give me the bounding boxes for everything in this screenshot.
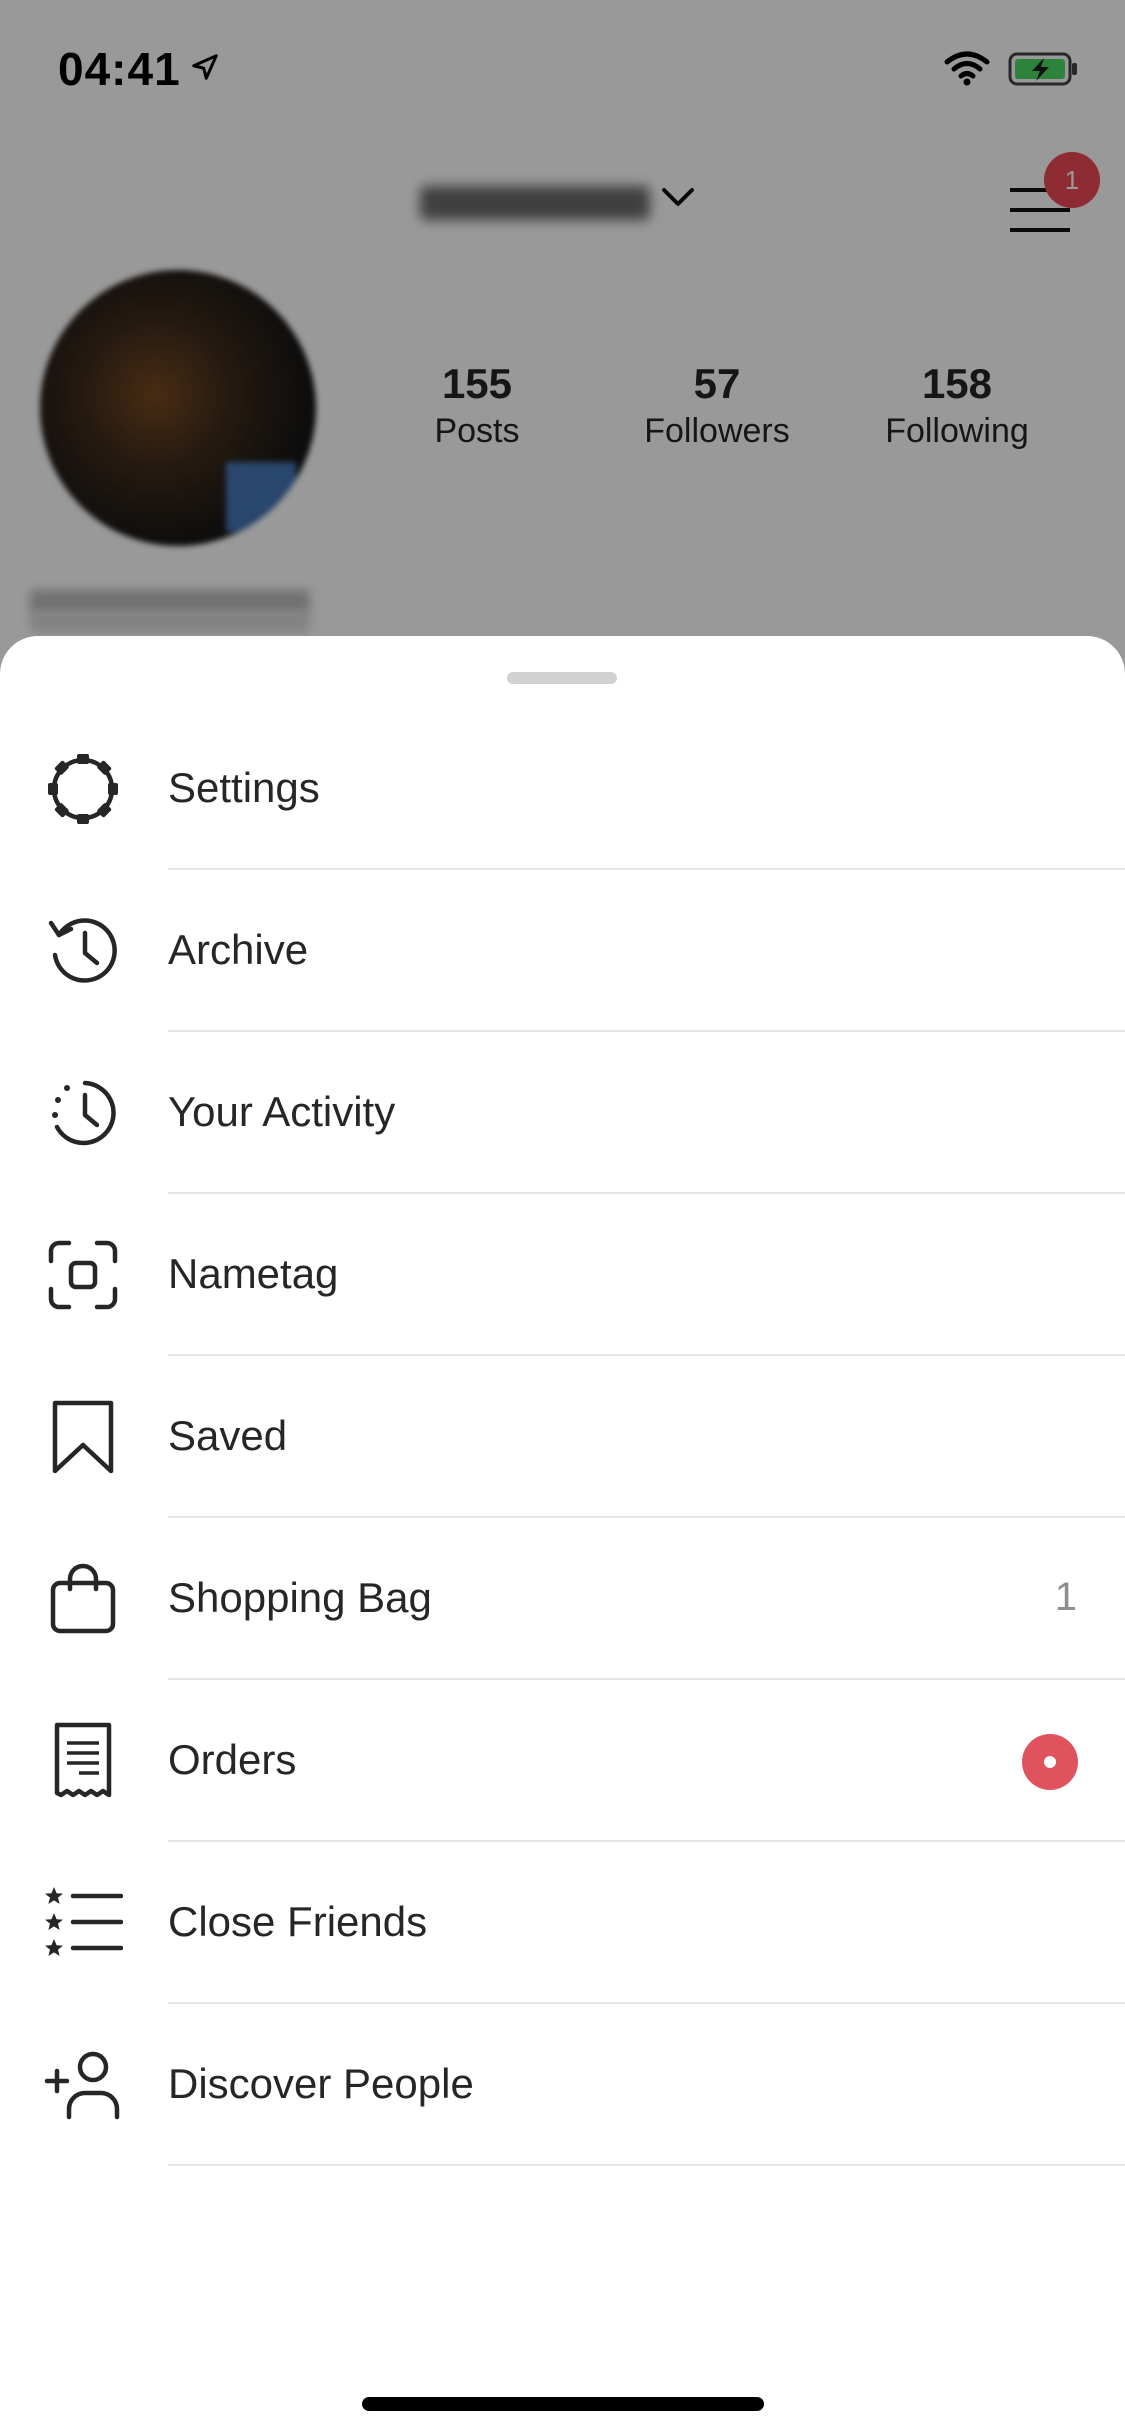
menu-item-label: Settings <box>168 764 320 811</box>
settings-icon <box>40 749 126 829</box>
shopping-bag-count: 1 <box>1054 1575 1077 1619</box>
menu-item-label: Archive <box>168 926 309 973</box>
menu-item-close-friends[interactable]: Close Friends <box>0 1842 1125 2004</box>
sheet-grabber[interactable] <box>507 672 617 684</box>
menu-item-nametag[interactable]: Nametag <box>0 1194 1125 1356</box>
menu-item-label: Orders <box>168 1736 297 1783</box>
dim-overlay[interactable] <box>0 0 1125 700</box>
menu-list: Settings Archive Your Activity Nametag S… <box>0 708 1125 2166</box>
divider <box>168 2164 1125 2166</box>
archive-icon <box>40 911 126 991</box>
menu-item-your-activity[interactable]: Your Activity <box>0 1032 1125 1194</box>
menu-item-label: Shopping Bag <box>168 1574 432 1621</box>
menu-item-archive[interactable]: Archive <box>0 870 1125 1032</box>
home-indicator[interactable] <box>362 2397 764 2411</box>
receipt-icon <box>40 1721 126 1801</box>
shopping-bag-icon <box>40 1559 126 1639</box>
nametag-icon <box>40 1235 126 1315</box>
menu-item-label: Discover People <box>168 2060 474 2107</box>
menu-sheet: Settings Archive Your Activity Nametag S… <box>0 636 1125 2436</box>
menu-item-shopping-bag[interactable]: Shopping Bag 1 <box>0 1518 1125 1680</box>
bookmark-icon <box>40 1397 126 1477</box>
menu-item-settings[interactable]: Settings <box>0 708 1125 870</box>
menu-item-discover-people[interactable]: Discover People <box>0 2004 1125 2166</box>
menu-item-orders[interactable]: Orders <box>0 1680 1125 1842</box>
menu-item-label: Nametag <box>168 1250 339 1297</box>
menu-item-label: Saved <box>168 1412 288 1459</box>
activity-icon <box>40 1073 126 1153</box>
menu-item-label: Your Activity <box>168 1088 396 1135</box>
menu-item-label: Close Friends <box>168 1898 428 1945</box>
close-friends-icon <box>40 1883 126 1963</box>
menu-item-saved[interactable]: Saved <box>0 1356 1125 1518</box>
add-person-icon <box>40 2045 126 2125</box>
orders-notification-dot <box>1022 1734 1078 1790</box>
